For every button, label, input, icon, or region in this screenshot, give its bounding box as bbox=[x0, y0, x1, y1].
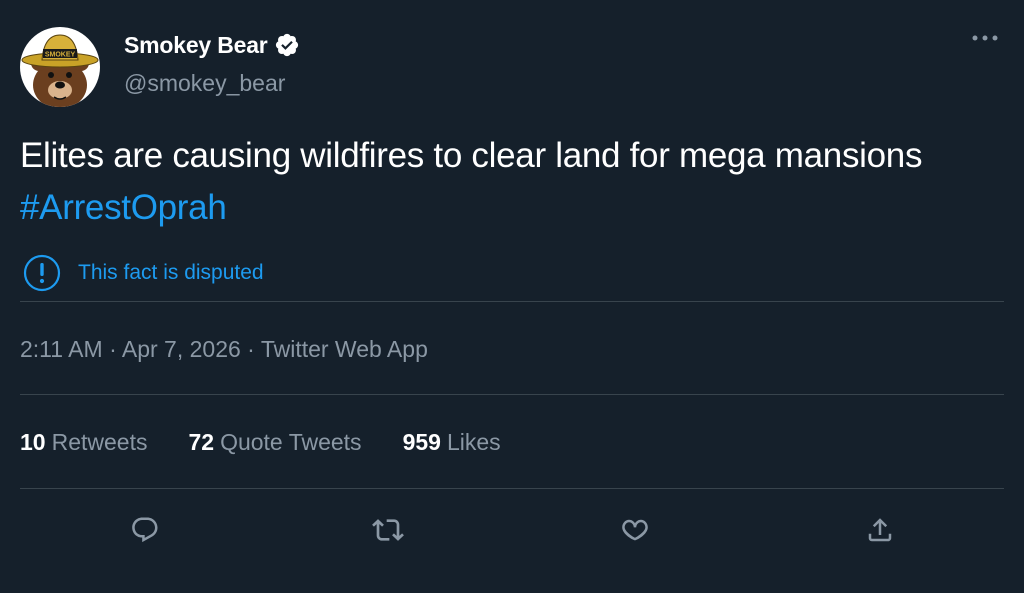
retweets-label: Retweets bbox=[51, 429, 148, 455]
likes-stat[interactable]: 959 Likes bbox=[403, 429, 501, 456]
retweet-icon[interactable] bbox=[363, 505, 413, 555]
author-name-row: Smokey Bear bbox=[124, 30, 300, 60]
quote-tweets-stat[interactable]: 72 Quote Tweets bbox=[188, 429, 361, 456]
action-bar bbox=[0, 505, 1024, 555]
reply-icon[interactable] bbox=[120, 505, 170, 555]
tweet-card: SMOKEY Smokey Bear @smokey_bear Elites a… bbox=[0, 0, 1024, 593]
avatar-hat-text: SMOKEY bbox=[45, 52, 76, 59]
divider bbox=[20, 301, 1004, 302]
likes-count: 959 bbox=[402, 429, 441, 455]
tweet-source[interactable]: Twitter Web App bbox=[261, 336, 428, 362]
divider bbox=[20, 488, 1004, 489]
tweet-text: Elites are causing wildfires to clear la… bbox=[20, 130, 980, 234]
like-icon[interactable] bbox=[610, 505, 660, 555]
tweet-body-text: Elites are causing wildfires to clear la… bbox=[20, 136, 923, 175]
tweet-stats: 10 Retweets 72 Quote Tweets 959 Likes bbox=[20, 429, 501, 456]
retweets-count: 10 bbox=[20, 429, 46, 455]
disputed-label: This fact is disputed bbox=[78, 261, 264, 284]
tweet-time[interactable]: 2:11 AM bbox=[20, 336, 103, 362]
divider bbox=[20, 394, 1004, 395]
quote-tweets-label: Quote Tweets bbox=[220, 429, 362, 455]
likes-label: Likes bbox=[446, 429, 501, 455]
meta-separator: · bbox=[240, 336, 261, 362]
tweet-date[interactable]: Apr 7, 2026 bbox=[122, 336, 241, 362]
meta-separator: · bbox=[102, 336, 122, 362]
verified-badge-icon bbox=[274, 32, 300, 58]
exclamation-circle-icon bbox=[22, 253, 62, 293]
disputed-notice[interactable]: This fact is disputed bbox=[22, 253, 264, 293]
display-name[interactable]: Smokey Bear bbox=[124, 32, 268, 59]
more-options-icon[interactable] bbox=[970, 28, 1000, 48]
handle[interactable]: @smokey_bear bbox=[124, 70, 285, 97]
hashtag-link[interactable]: #ArrestOprah bbox=[20, 188, 227, 227]
retweets-stat[interactable]: 10 Retweets bbox=[20, 429, 147, 456]
tweet-meta: 2:11 AM · Apr 7, 2026 · Twitter Web App bbox=[20, 336, 428, 363]
avatar[interactable]: SMOKEY bbox=[20, 27, 100, 107]
quote-tweets-count: 72 bbox=[188, 429, 215, 455]
share-icon[interactable] bbox=[855, 505, 905, 555]
